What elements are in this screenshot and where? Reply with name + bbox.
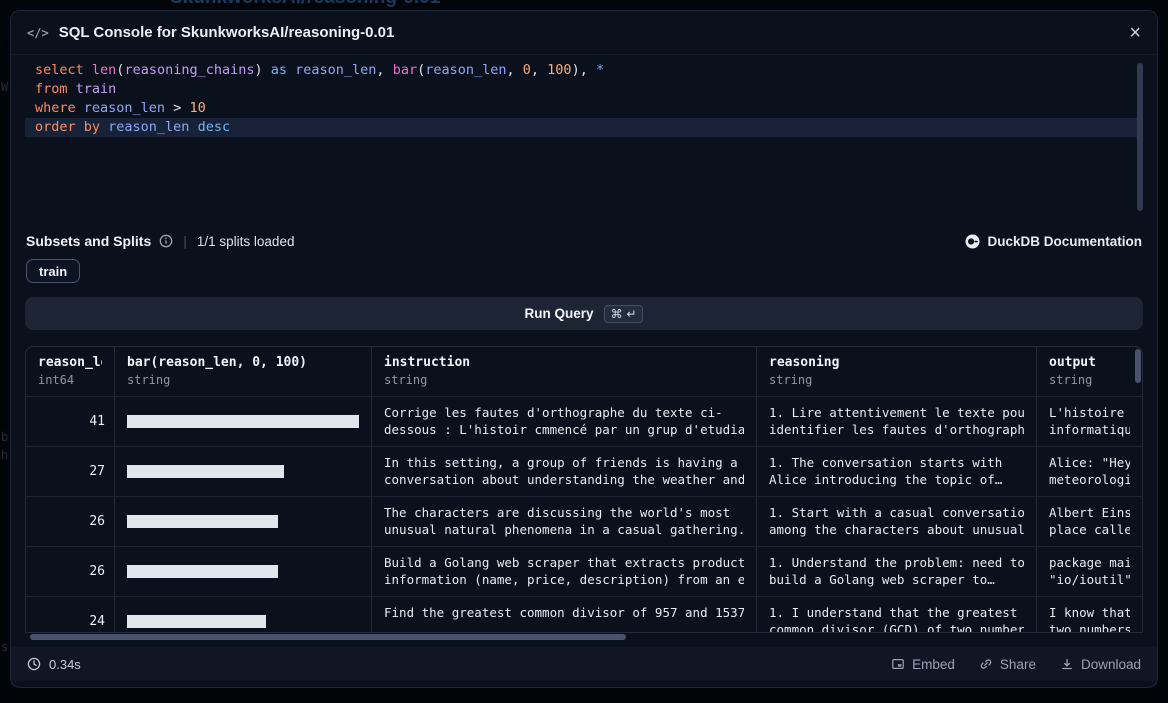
table-scrollbar-horizontal[interactable] [25, 634, 1143, 640]
sql-editor-lines: select len(reasoning_chains) as reason_l… [25, 61, 1143, 137]
bar-cell [115, 447, 372, 496]
instruction-cell: In this setting, a group of friends is h… [372, 447, 757, 496]
output-cell: I know that ttwo numbers i [1037, 597, 1142, 633]
embed-button[interactable]: Embed [891, 657, 955, 672]
clock-icon [27, 657, 41, 671]
embed-label: Embed [912, 657, 955, 672]
sql-code-line: from train [25, 80, 1143, 99]
sql-console-modal: </> SQL Console for SkunkworksAI/reasoni… [10, 10, 1158, 688]
instruction-cell: Build a Golang web scraper that extracts… [372, 547, 757, 596]
code-icon: </> [27, 26, 49, 40]
table-row: 26 Build a Golang web scraper that extrac… [26, 546, 1142, 596]
column-header: instructionstring [372, 347, 757, 396]
output-cell: Alice: "Hey gmeteorologist [1037, 447, 1142, 496]
close-button[interactable]: × [1129, 23, 1141, 43]
column-header: reason_lenint64 [26, 347, 115, 396]
reasoning-cell: 1. Start with a casual conversationamong… [757, 497, 1037, 546]
reason-len-cell: 24 [26, 597, 115, 633]
output-cell: package main "io/ioutil" " [1037, 547, 1142, 596]
footer-actions: Embed Share Download [891, 657, 1141, 672]
instruction-cell: Corrige les fautes d'orthographe du text… [372, 397, 757, 446]
meta-divider: | [183, 233, 187, 249]
table-row: 41 Corrige les fautes d'orthographe du te… [26, 396, 1142, 446]
value-bar [127, 415, 359, 428]
hscroll-thumb[interactable] [30, 634, 626, 640]
info-icon[interactable] [159, 234, 173, 248]
backdrop-text-fragment: h [1, 448, 8, 462]
duckdb-docs-label: DuckDB Documentation [987, 234, 1142, 249]
reason-len-cell: 27 [26, 447, 115, 496]
column-header: outputstring [1037, 347, 1142, 396]
table-scrollbar-vertical[interactable] [1135, 349, 1141, 383]
share-icon [979, 657, 993, 671]
instruction-cell: The characters are discussing the world'… [372, 497, 757, 546]
download-button[interactable]: Download [1060, 657, 1141, 672]
reasoning-cell: 1. Lire attentivement le texte pourident… [757, 397, 1037, 446]
sql-code-line: select len(reasoning_chains) as reason_l… [25, 61, 1143, 80]
duckdb-icon [965, 234, 980, 249]
bar-cell [115, 497, 372, 546]
reasoning-cell: 1. Understand the problem: need tobuild … [757, 547, 1037, 596]
instruction-cell: Find the greatest common divisor of 957 … [372, 597, 757, 633]
query-duration: 0.34s [49, 657, 81, 672]
backdrop-text-fragment: b [1, 430, 8, 444]
duckdb-docs-link[interactable]: DuckDB Documentation [965, 234, 1142, 249]
table-header-row: reason_lenint64bar(reason_len, 0, 100)st… [26, 347, 1142, 396]
column-header: reasoningstring [757, 347, 1037, 396]
reasoning-cell: 1. I understand that the greatestcommon … [757, 597, 1037, 633]
results-table: reason_lenint64bar(reason_len, 0, 100)st… [25, 346, 1143, 633]
backdrop-text-fragment: s [1, 640, 8, 654]
value-bar [127, 615, 266, 628]
sql-code-line: order by reason_len desc [25, 118, 1143, 137]
reason-len-cell: 26 [26, 497, 115, 546]
share-button[interactable]: Share [979, 657, 1036, 672]
splits-loaded-text: 1/1 splits loaded [197, 234, 295, 249]
reasoning-cell: 1. The conversation starts withAlice int… [757, 447, 1037, 496]
shortcut-chip: ⌘ ↵ [604, 305, 644, 323]
table-row: 27 In this setting, a group of friends is… [26, 446, 1142, 496]
sql-code-line: where reason_len > 10 [25, 99, 1143, 118]
modal-header: </> SQL Console for SkunkworksAI/reasoni… [11, 11, 1157, 55]
download-label: Download [1081, 657, 1141, 672]
footer-bar: 0.34s Embed Share [11, 647, 1157, 681]
editor-scrollbar[interactable] [1137, 63, 1143, 211]
split-chip-train[interactable]: train [26, 259, 80, 283]
table-row: 24 Find the greatest common divisor of 95… [26, 596, 1142, 633]
value-bar [127, 515, 278, 528]
column-header: bar(reason_len, 0, 100)string [115, 347, 372, 396]
bar-cell [115, 397, 372, 446]
backdrop-heading-fragment: SkunkworksAI/reasoning-0.01 [170, 0, 440, 9]
bar-cell [115, 597, 372, 633]
output-cell: Albert Einsteplace called [1037, 497, 1142, 546]
run-query-label: Run Query [525, 306, 594, 321]
subsets-row: Subsets and Splits | 1/1 splits loaded D… [11, 231, 1157, 251]
reason-len-cell: 26 [26, 547, 115, 596]
sql-editor[interactable]: select len(reasoning_chains) as reason_l… [25, 61, 1143, 215]
backdrop-text-fragment: W [1, 80, 8, 94]
bar-cell [115, 547, 372, 596]
split-chips: train [11, 259, 1157, 283]
embed-icon [891, 657, 905, 671]
share-label: Share [1000, 657, 1036, 672]
download-icon [1060, 657, 1074, 671]
run-query-button[interactable]: Run Query ⌘ ↵ [25, 297, 1143, 330]
modal-title: SQL Console for SkunkworksAI/reasoning-0… [59, 24, 395, 41]
output-cell: L'histoire coinformatique c [1037, 397, 1142, 446]
value-bar [127, 565, 278, 578]
subsets-splits-title: Subsets and Splits [26, 233, 151, 249]
table-row: 26 The characters are discussing the worl… [26, 496, 1142, 546]
reason-len-cell: 41 [26, 397, 115, 446]
table-body: 41 Corrige les fautes d'orthographe du te… [26, 396, 1142, 633]
value-bar [127, 465, 284, 478]
